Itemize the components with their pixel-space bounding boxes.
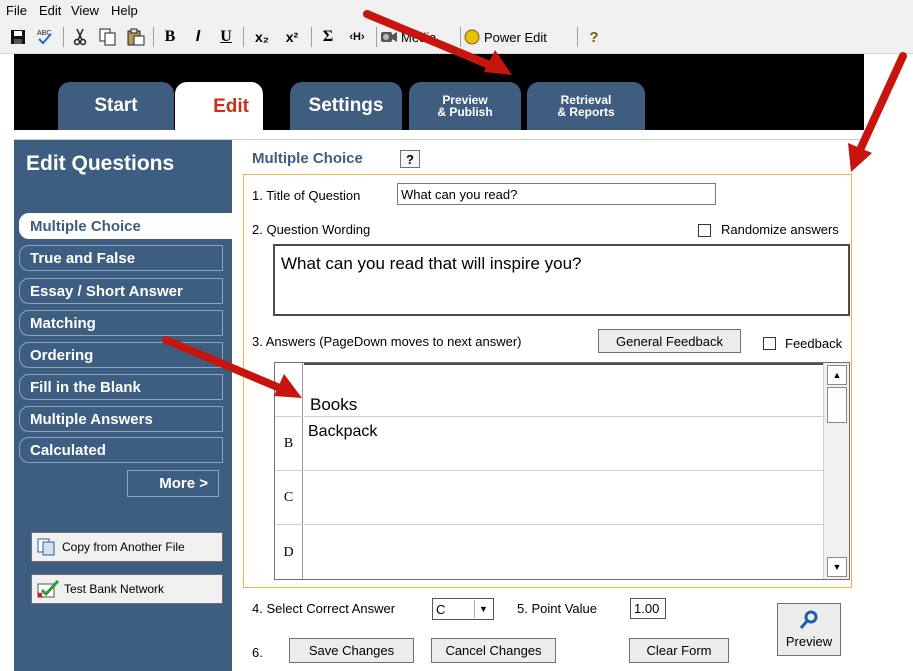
power-edit-button[interactable]: Power Edit [464, 24, 572, 50]
tab-edit[interactable]: Edit [175, 82, 263, 132]
preview-label: Preview [785, 634, 833, 649]
general-feedback-button[interactable]: General Feedback [598, 329, 741, 353]
wording-label: 2. Question Wording [252, 222, 371, 237]
media-label: Media [401, 29, 437, 45]
answer-letter-b: B [275, 417, 303, 471]
menu-edit[interactable]: Edit [39, 3, 61, 18]
tab-preview-line2: & Publish [437, 105, 493, 119]
question-help-icon[interactable]: ? [400, 150, 420, 168]
sidebar-item-calculated[interactable]: Calculated [19, 437, 223, 463]
power-edit-label: Power Edit [484, 29, 547, 45]
page-title: Multiple Choice [252, 150, 363, 167]
cut-icon[interactable] [68, 24, 92, 50]
scroll-down-icon[interactable]: ▼ [827, 557, 847, 577]
randomize-label: Randomize answers [721, 222, 839, 237]
power-edit-icon [464, 29, 480, 45]
correct-answer-select[interactable]: C ▼ [432, 598, 494, 620]
correct-answer-value: C [436, 601, 446, 617]
menu-bar: File Edit View Help [0, 0, 913, 21]
toolbar: ABC B I U x₂ x² Σ ‹H› Media Power Edit ? [0, 21, 913, 54]
answer-letter-c: C [275, 471, 303, 525]
save-changes-button[interactable]: Save Changes [289, 638, 414, 663]
sidebar-item-true-false[interactable]: True and False [19, 245, 223, 271]
point-value-label: 5. Point Value [517, 601, 597, 616]
answer-field-c[interactable] [304, 471, 823, 525]
tab-preview-publish[interactable]: Preview & Publish [409, 82, 521, 130]
html-button[interactable]: ‹H› [342, 24, 372, 50]
sidebar-item-multiple-choice[interactable]: Multiple Choice [19, 213, 233, 239]
copy-file-icon [37, 538, 55, 556]
answer-field-a[interactable]: Books [304, 363, 823, 417]
randomize-checkbox[interactable] [698, 224, 711, 237]
title-label: 1. Title of Question [252, 188, 361, 203]
menu-view[interactable]: View [71, 3, 99, 18]
cancel-changes-button[interactable]: Cancel Changes [431, 638, 556, 663]
italic-button[interactable]: I [186, 24, 210, 50]
media-button[interactable]: Media [380, 24, 454, 50]
feedback-checkbox[interactable] [763, 337, 776, 350]
tab-start[interactable]: Start [58, 82, 174, 130]
feedback-label: Feedback [785, 336, 843, 351]
tab-retrieval-reports[interactable]: Retrieval & Reports [527, 82, 645, 130]
subscript-button[interactable]: x₂ [248, 24, 276, 50]
superscript-button[interactable]: x² [278, 24, 306, 50]
tab-retrieval-line2: & Reports [557, 105, 615, 119]
sidebar-title: Edit Questions [26, 152, 175, 175]
sidebar-item-multiple-answers[interactable]: Multiple Answers [19, 406, 223, 432]
answer-field-d[interactable] [304, 525, 823, 579]
paste-icon[interactable] [124, 24, 148, 50]
test-bank-network-button[interactable]: Test Bank Network [31, 574, 223, 604]
select-correct-label: 4. Select Correct Answer [252, 601, 396, 616]
tab-settings[interactable]: Settings [290, 82, 402, 130]
more-button[interactable]: More > [127, 470, 219, 497]
media-icon [381, 32, 397, 42]
test-bank-label: Test Bank Network [64, 582, 165, 596]
answer-text-a: Books [310, 395, 358, 414]
magnifier-icon [799, 610, 818, 629]
equation-button[interactable]: Σ [316, 24, 340, 50]
underline-button[interactable]: U [214, 24, 238, 50]
menu-file[interactable]: File [6, 3, 27, 18]
chevron-down-icon[interactable]: ▼ [474, 600, 492, 618]
spellcheck-icon[interactable]: ABC [32, 24, 58, 50]
point-value-field[interactable]: 1.00 [630, 598, 666, 619]
scroll-thumb[interactable] [827, 387, 847, 423]
question-wording-field[interactable]: What can you read that will inspire you? [273, 244, 850, 316]
test-bank-icon [37, 579, 60, 598]
step-six-label: 6. [252, 645, 263, 660]
sidebar-item-fill-blank[interactable]: Fill in the Blank [19, 374, 223, 400]
scroll-up-icon[interactable]: ▲ [827, 365, 847, 385]
clear-form-button[interactable]: Clear Form [629, 638, 729, 663]
title-field[interactable]: What can you read? [397, 183, 716, 205]
answer-field-b[interactable]: Backpack [304, 417, 823, 471]
copy-icon[interactable] [96, 24, 120, 50]
sidebar-item-matching[interactable]: Matching [19, 310, 223, 336]
answers-grid: A Books B Backpack C D ▲ ▼ [274, 362, 850, 580]
menu-help[interactable]: Help [111, 3, 138, 18]
copy-from-file-label: Copy from Another File [62, 540, 185, 554]
tab-divider [14, 130, 864, 140]
sidebar-item-ordering[interactable]: Ordering [19, 342, 223, 368]
answers-label: 3. Answers (PageDown moves to next answe… [252, 334, 522, 349]
answers-scrollbar[interactable]: ▲ ▼ [823, 363, 849, 579]
sidebar: Edit Questions Multiple Choice True and … [14, 140, 233, 671]
sidebar-item-essay[interactable]: Essay / Short Answer [19, 278, 223, 304]
answer-letter-a: A [275, 363, 303, 417]
copy-from-file-button[interactable]: Copy from Another File [31, 532, 223, 562]
bold-button[interactable]: B [158, 24, 182, 50]
answer-letter-d: D [275, 525, 303, 579]
help-icon[interactable]: ? [583, 24, 605, 50]
preview-button[interactable]: Preview [777, 603, 841, 656]
save-icon[interactable] [6, 24, 30, 50]
